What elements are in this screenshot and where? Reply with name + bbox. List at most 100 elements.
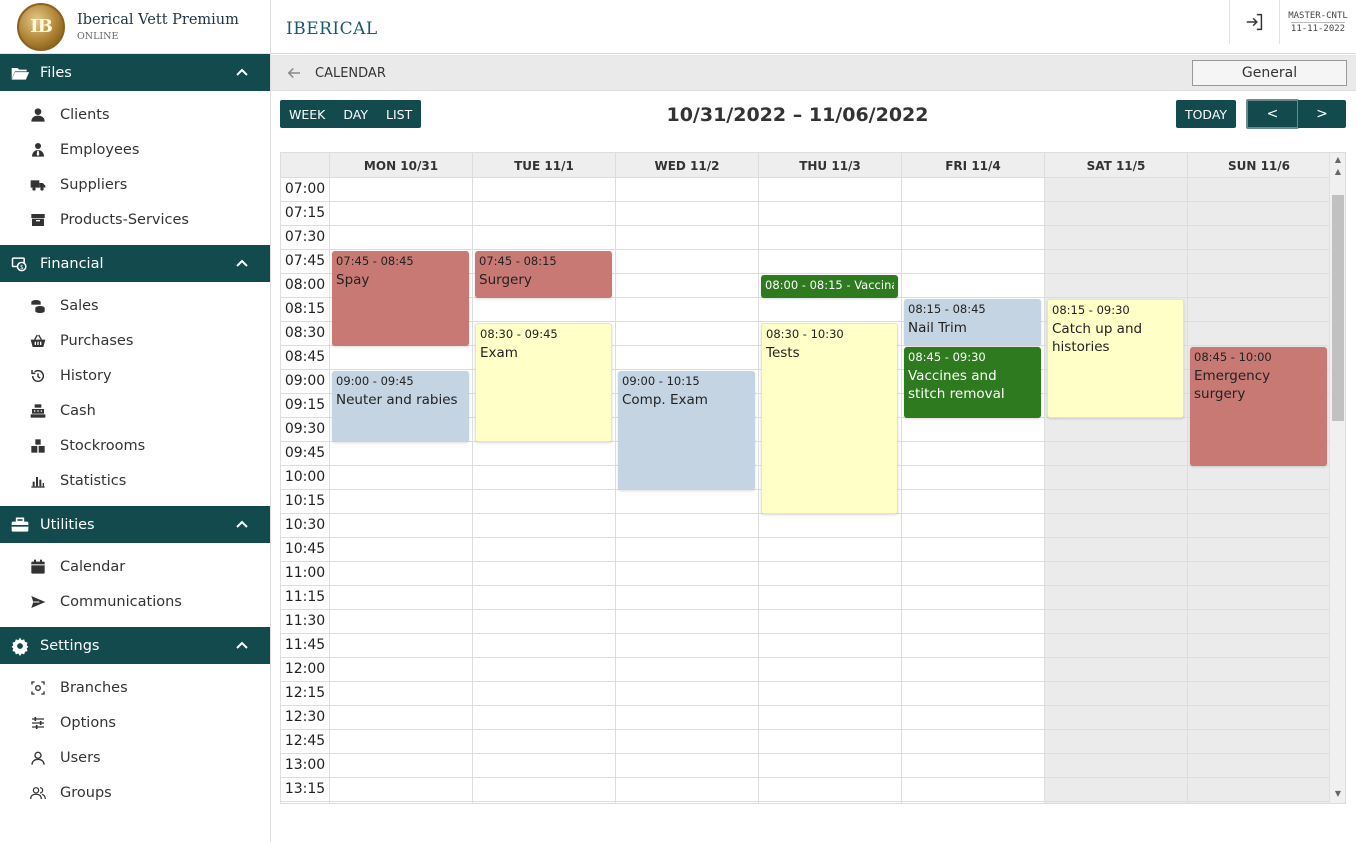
time-slot-row[interactable]: 12:45 [281, 730, 1329, 754]
column-divider [329, 178, 330, 803]
calendar-event[interactable]: 08:15 - 09:30 Catch up and histories [1047, 299, 1184, 418]
day-header[interactable]: SUN 11/6 [1187, 153, 1330, 178]
sidebar-item-clients[interactable]: Clients [0, 97, 270, 132]
sidebar-item-options[interactable]: Options [0, 705, 270, 740]
sidebar-item-label: Users [60, 749, 101, 766]
time-slot-row[interactable]: 11:15 [281, 586, 1329, 610]
day-header[interactable]: SAT 11/5 [1044, 153, 1187, 178]
calendar-event[interactable]: 07:45 - 08:15 Surgery [475, 251, 612, 298]
day-header[interactable]: MON 10/31 [329, 153, 472, 178]
sidebar-item-cash[interactable]: Cash [0, 393, 270, 428]
day-header[interactable]: WED 11/2 [615, 153, 758, 178]
brand-logo: IB [17, 2, 65, 51]
scroll-down-icon[interactable]: ▼ [1333, 789, 1343, 799]
time-label: 12:30 [284, 709, 326, 725]
day-header[interactable]: FRI 11/4 [901, 153, 1044, 178]
user-icon [30, 107, 46, 123]
time-label: 07:15 [284, 205, 326, 221]
calendar-event[interactable]: 08:45 - 09:30 Vaccines and stitch removal [904, 347, 1041, 418]
sidebar-item-label: Communications [60, 593, 182, 610]
day-header[interactable]: THU 11/3 [758, 153, 901, 178]
box-icon [30, 212, 46, 228]
time-slot-row[interactable]: 13:00 [281, 754, 1329, 778]
calendar-scrollbar[interactable]: ▲ ▲ ▼ [1329, 153, 1345, 803]
chevron-up-icon[interactable] [236, 258, 248, 270]
toolbox-icon [10, 517, 30, 533]
time-slot-row[interactable]: 12:00 [281, 658, 1329, 682]
time-label: 08:30 [284, 325, 326, 341]
chevron-up-icon[interactable] [236, 640, 248, 652]
calendar-event[interactable]: 09:00 - 10:15 Comp. Exam [618, 371, 755, 490]
event-time: 08:15 - 08:45 [908, 302, 986, 316]
sidebar-item-sales[interactable]: Sales [0, 288, 270, 323]
sidebar-item-calendar[interactable]: Calendar [0, 549, 270, 584]
column-divider [472, 178, 473, 803]
sidebar-item-purchases[interactable]: Purchases [0, 323, 270, 358]
branch-info[interactable]: MASTER-CNTL 11-11-2022 [1279, 0, 1356, 44]
section-header-settings[interactable]: Settings [0, 627, 270, 664]
event-time: 08:30 - 10:30 [766, 327, 844, 341]
back-arrow-icon[interactable] [285, 64, 303, 82]
time-slot-row[interactable]: 12:15 [281, 682, 1329, 706]
time-slot-row[interactable]: 12:30 [281, 706, 1329, 730]
prev-week-button[interactable]: < [1246, 99, 1299, 129]
cash-register-icon [30, 403, 46, 419]
column-divider [615, 178, 616, 803]
calendar-event[interactable]: 08:15 - 08:45 Nail Trim [904, 299, 1041, 346]
sidebar-item-label: Options [60, 714, 116, 731]
section-items-financial: Sales Purchases History Cash Stockrooms Stati… [0, 282, 270, 506]
section-header-files[interactable]: Files [0, 54, 270, 91]
chevron-up-icon[interactable] [236, 519, 248, 531]
sidebar-item-stockrooms[interactable]: Stockrooms [0, 428, 270, 463]
time-slot-row[interactable]: 07:00 [281, 178, 1329, 202]
event-title: Exam [480, 345, 518, 361]
calendar-event[interactable]: 07:45 - 08:45 Spay [332, 251, 469, 346]
calendar-event[interactable]: 08:30 - 10:30 Tests [761, 323, 898, 514]
time-slot-row[interactable]: 10:30 [281, 514, 1329, 538]
calendar-event[interactable]: 09:00 - 09:45 Neuter and rabies [332, 371, 469, 442]
sidebar-item-label: Clients [60, 106, 110, 123]
calendar-selector-button[interactable]: General [1192, 60, 1347, 86]
sidebar-item-suppliers[interactable]: Suppliers [0, 167, 270, 202]
sidebar-item-statistics[interactable]: Statistics [0, 463, 270, 498]
sidebar-item-products-services[interactable]: Products-Services [0, 202, 270, 237]
view-list-button[interactable]: LIST [377, 100, 421, 128]
section-label: Files [40, 64, 72, 81]
sidebar-item-users[interactable]: Users [0, 740, 270, 775]
scroll-top-icon[interactable]: ▲ [1333, 155, 1343, 165]
section-header-financial[interactable]: $ Financial [0, 245, 270, 282]
logout-icon [1246, 13, 1262, 31]
calendar-event[interactable]: 08:30 - 09:45 Exam [475, 323, 612, 442]
brand-header: IB Iberical Vett Premium ONLINE [0, 0, 270, 54]
sidebar-item-groups[interactable]: Groups [0, 775, 270, 810]
sidebar-item-communications[interactable]: Communications [0, 584, 270, 619]
branch-date: 11-11-2022 [1290, 21, 1346, 34]
time-label: 08:45 [284, 349, 326, 365]
chevron-up-icon[interactable] [236, 67, 248, 79]
section-header-utilities[interactable]: Utilities [0, 506, 270, 543]
bar-chart-icon [30, 473, 46, 489]
day-header[interactable]: TUE 11/1 [472, 153, 615, 178]
sidebar-item-branches[interactable]: Branches [0, 670, 270, 705]
calendar-event[interactable]: 08:45 - 10:00 Emergency surgery [1190, 347, 1327, 466]
calendar-event[interactable]: 08:00 - 08:15 - Vaccination [761, 275, 898, 298]
time-slot-row[interactable]: 11:00 [281, 562, 1329, 586]
view-week-button[interactable]: WEEK [280, 100, 334, 128]
calendar-time-grid[interactable]: 07:00 07:15 07:30 07:45 08:00 08:15 08:30 08:45… [281, 178, 1330, 803]
time-slot-row[interactable]: 07:15 [281, 202, 1329, 226]
scroll-up-icon[interactable]: ▲ [1333, 167, 1343, 177]
next-week-button[interactable]: > [1298, 100, 1346, 128]
time-slot-row[interactable]: 10:45 [281, 538, 1329, 562]
event-title: Spay [336, 272, 370, 288]
scrollbar-thumb[interactable] [1332, 195, 1344, 421]
today-button[interactable]: TODAY [1176, 100, 1236, 128]
sidebar-item-employees[interactable]: Employees [0, 132, 270, 167]
time-slot-row[interactable]: 13:15 [281, 778, 1329, 802]
time-slot-row[interactable]: 11:30 [281, 610, 1329, 634]
basket-icon [30, 333, 46, 349]
sidebar-item-history[interactable]: History [0, 358, 270, 393]
logout-button[interactable] [1229, 0, 1279, 44]
view-day-button[interactable]: DAY [334, 100, 377, 128]
time-slot-row[interactable]: 11:45 [281, 634, 1329, 658]
time-slot-row[interactable]: 07:30 [281, 226, 1329, 250]
